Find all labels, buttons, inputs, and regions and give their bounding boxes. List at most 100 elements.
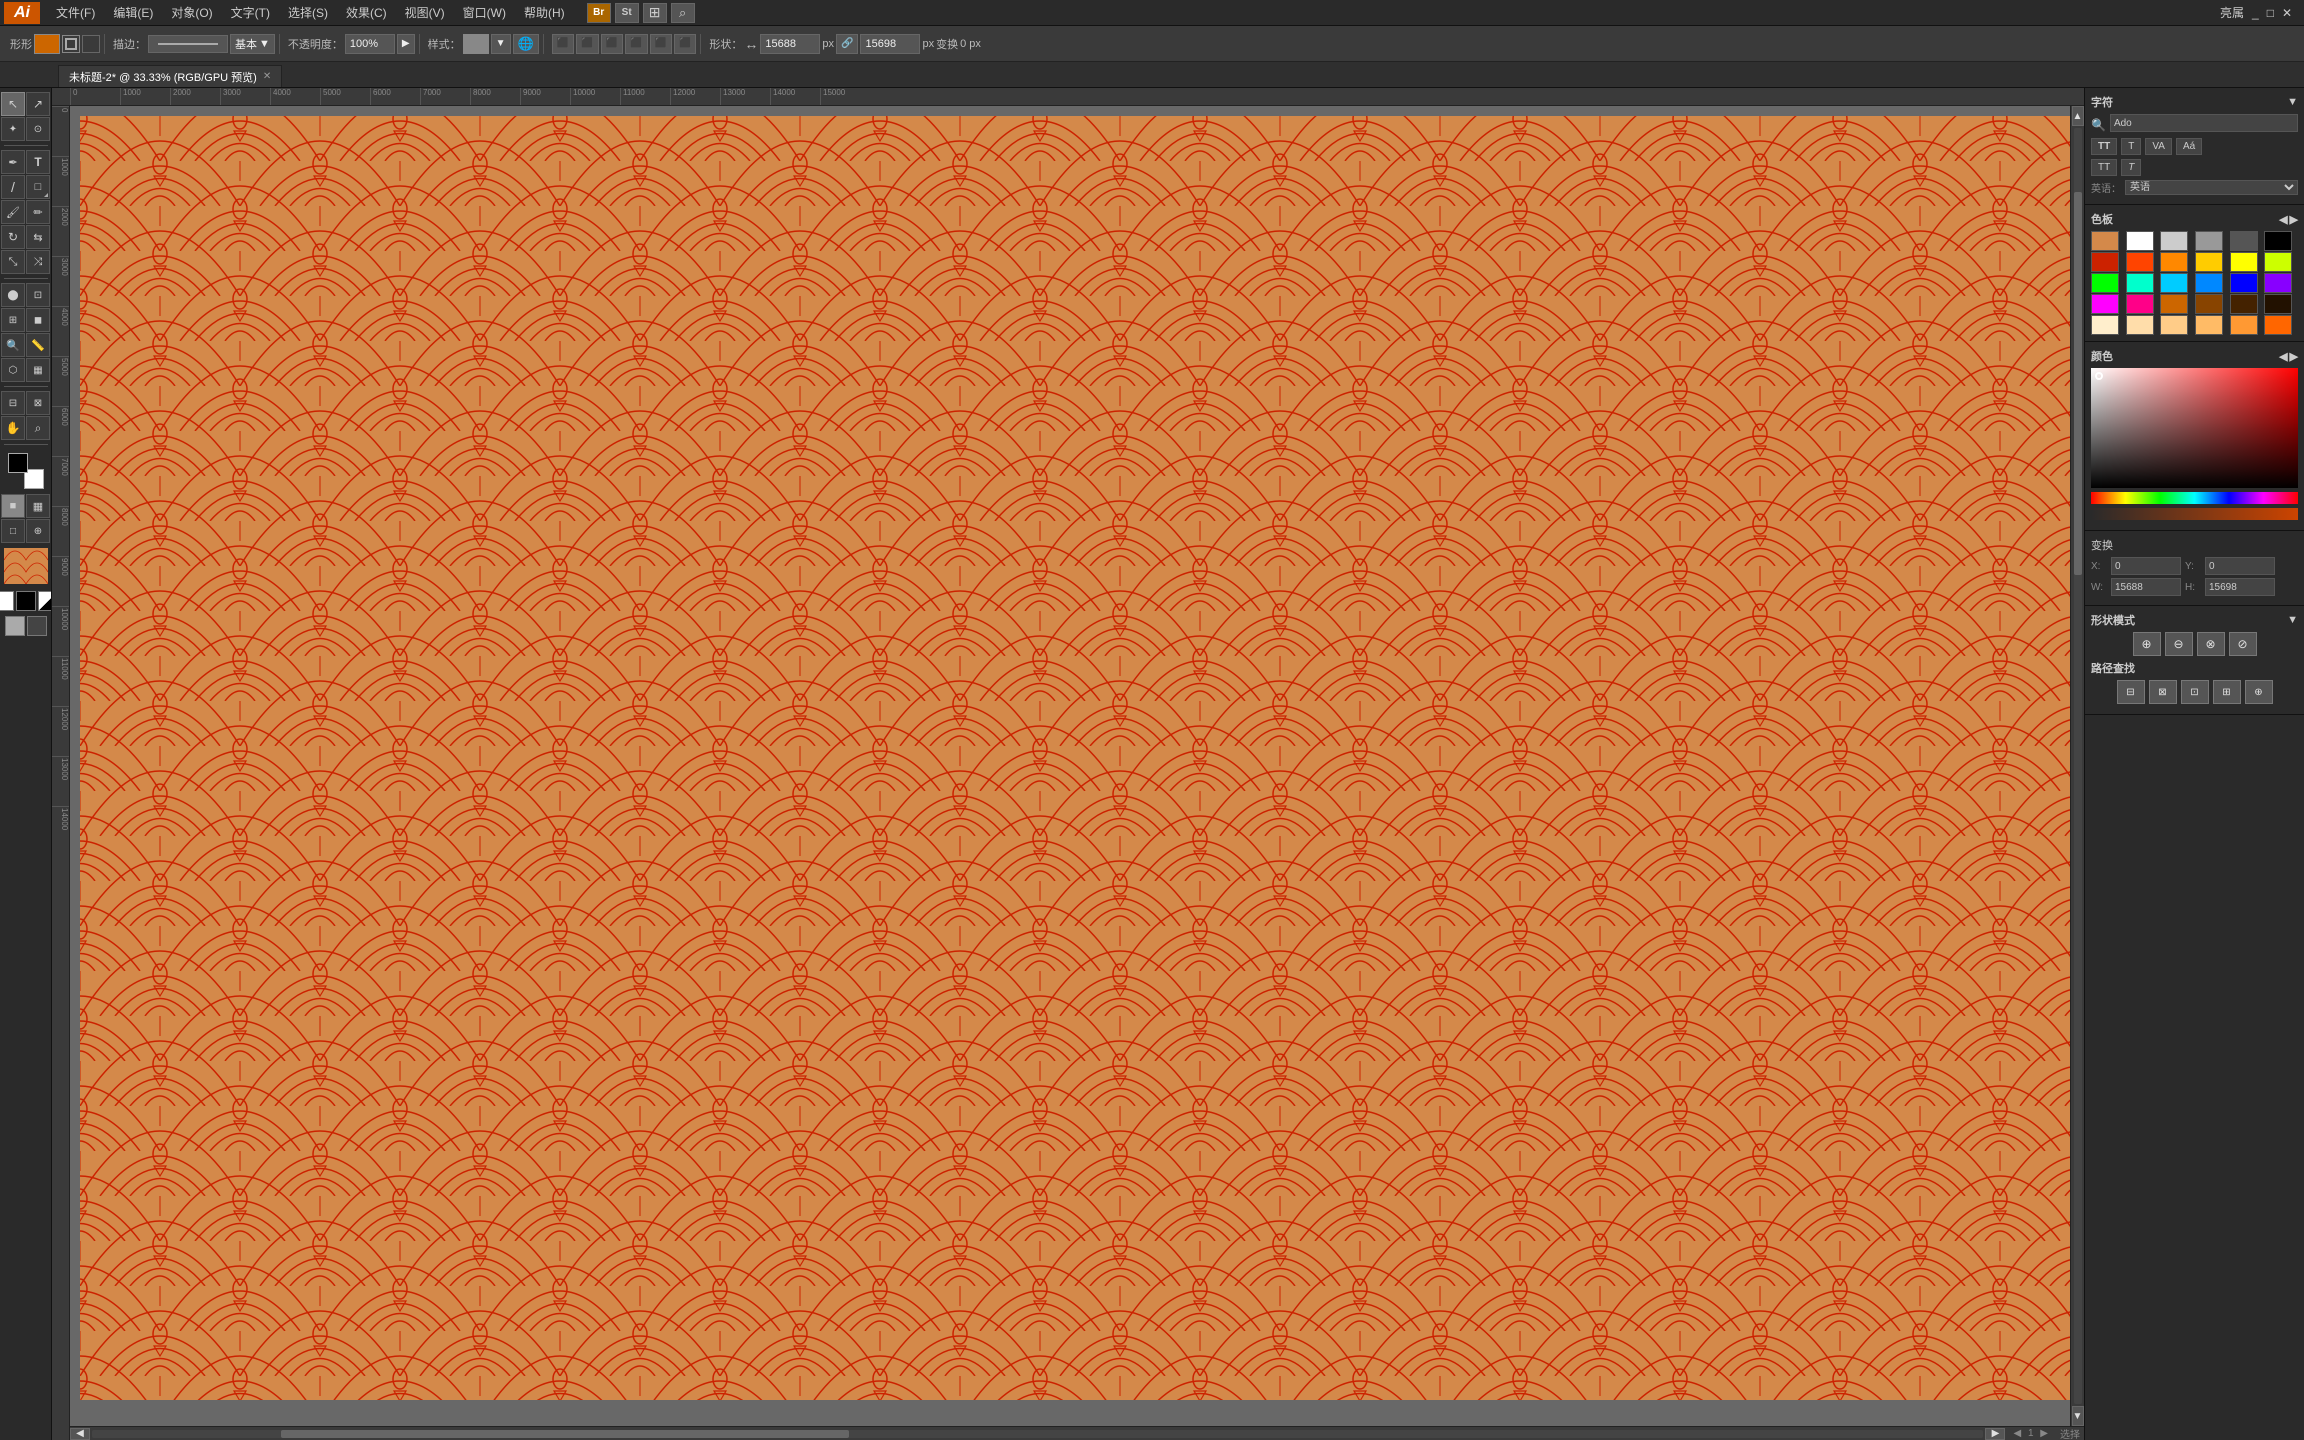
swatch-sky-blue[interactable] xyxy=(2160,273,2188,293)
pen-tool[interactable]: ✒ xyxy=(1,150,25,174)
w-input[interactable] xyxy=(2111,578,2181,596)
menu-help[interactable]: 帮助(H) xyxy=(516,2,573,23)
opacity-input[interactable] xyxy=(345,34,395,54)
transform-title[interactable]: 变换 xyxy=(2091,537,2298,553)
scroll-left-btn[interactable]: ◀ xyxy=(70,1428,90,1440)
font-italic-btn[interactable]: T xyxy=(2121,138,2141,155)
canvas-viewport[interactable]: ◀ ▶ ◀ 1 ▶ 选择 xyxy=(70,106,2084,1440)
shape-tool[interactable]: □ xyxy=(26,175,50,199)
zoom-tool[interactable]: ⌕ xyxy=(26,416,50,440)
close-icon[interactable]: ✕ xyxy=(2282,6,2292,20)
swatch-gray[interactable] xyxy=(2195,231,2223,251)
color-gradient-area[interactable] xyxy=(2091,368,2298,488)
align-vcenter-btn[interactable]: ⬛ xyxy=(650,34,672,54)
fg-color-swatch[interactable] xyxy=(8,453,28,473)
style-dropdown-btn[interactable]: ▼ xyxy=(491,34,511,54)
align-left-btn[interactable]: ⬛ xyxy=(552,34,574,54)
measure-tool[interactable]: 📏 xyxy=(26,333,50,357)
menu-file[interactable]: 文件(F) xyxy=(48,2,103,23)
slice-tool[interactable]: ⊠ xyxy=(26,391,50,415)
style-swatch[interactable] xyxy=(463,34,489,54)
align-right-btn[interactable]: ⬛ xyxy=(601,34,623,54)
swatch-orange[interactable] xyxy=(2160,252,2188,272)
swatch-dark-brown[interactable] xyxy=(2230,294,2258,314)
perspective-tool[interactable]: ⊡ xyxy=(26,283,50,307)
swatch-lightgray[interactable] xyxy=(2160,231,2188,251)
maximize-icon[interactable]: □ xyxy=(2267,6,2274,20)
swatch-orange-red[interactable] xyxy=(2126,252,2154,272)
paintbrush-tool[interactable]: 🖌 xyxy=(1,200,25,224)
swatch-blue[interactable] xyxy=(2195,273,2223,293)
h-scrollbar[interactable]: ◀ ▶ ◀ 1 ▶ 选择 xyxy=(70,1426,2084,1440)
black-fill-btn[interactable] xyxy=(16,591,36,611)
fill-swatch[interactable] xyxy=(34,34,60,54)
menu-text[interactable]: 文字(T) xyxy=(223,2,278,23)
swatch-yellow-green[interactable] xyxy=(2264,252,2292,272)
selection-tool[interactable]: ↖ xyxy=(1,92,25,116)
swatch-collapse-icon[interactable]: ◀ xyxy=(2279,213,2287,226)
blend-tool[interactable]: ⬡ xyxy=(1,358,25,382)
doc-tab-close[interactable]: ✕ xyxy=(263,71,271,82)
opacity-arrow-btn[interactable]: ▶ xyxy=(397,34,415,54)
rotate-tool[interactable]: ↻ xyxy=(1,225,25,249)
global-color-btn[interactable]: 🌐 xyxy=(513,34,539,54)
gray-btn[interactable] xyxy=(5,616,25,636)
workspace-grid-button[interactable]: ⊞ xyxy=(643,3,667,23)
font-bold-btn[interactable]: TT xyxy=(2091,138,2117,155)
swatch-magenta[interactable] xyxy=(2091,294,2119,314)
search-button[interactable]: ⌕ xyxy=(671,3,695,23)
swatch-pure-blue[interactable] xyxy=(2230,273,2258,293)
swatch-white[interactable] xyxy=(2126,231,2154,251)
swatch-pink[interactable] xyxy=(2126,294,2154,314)
appearance-title[interactable]: 形状模式 ▼ xyxy=(2091,612,2298,628)
warp-tool[interactable]: ⤨ xyxy=(26,250,50,274)
pf-xor-btn[interactable]: ⊕ xyxy=(2245,680,2273,704)
gradient-mode-btn[interactable]: ▦ xyxy=(26,494,50,518)
x-input[interactable] xyxy=(2111,557,2181,575)
swatch-brown[interactable] xyxy=(2195,294,2223,314)
type-tool[interactable]: T xyxy=(26,150,50,174)
lang-select[interactable]: 英语 xyxy=(2125,180,2298,195)
color-picker-title[interactable]: 颜色 ◀ ▶ xyxy=(2091,348,2298,364)
artboard-tool[interactable]: ⊟ xyxy=(1,391,25,415)
swatch-burnt-orange[interactable] xyxy=(2160,294,2188,314)
color-mode-btn[interactable]: ■ xyxy=(1,494,25,518)
menu-window[interactable]: 窗口(W) xyxy=(455,2,514,23)
v-scrollbar[interactable]: ▲ ▼ xyxy=(2070,106,2084,1426)
swatch-mango[interactable] xyxy=(2195,315,2223,335)
swatch-light-orange[interactable] xyxy=(2160,315,2188,335)
swatch-expand-icon[interactable]: ▶ xyxy=(2290,213,2298,226)
menu-select[interactable]: 选择(S) xyxy=(280,2,336,23)
swatch-black[interactable] xyxy=(2264,231,2292,251)
stroke-preview[interactable] xyxy=(148,35,228,53)
pathfinder-title[interactable]: 路径查找 xyxy=(2091,660,2298,676)
align-center-btn[interactable]: ⬛ xyxy=(576,34,598,54)
swatch-teal[interactable] xyxy=(2126,273,2154,293)
chart-tool[interactable]: ▦ xyxy=(26,358,50,382)
pencil-tool[interactable]: ✏ xyxy=(26,200,50,224)
h-input[interactable] xyxy=(2205,578,2275,596)
direct-selection-tool[interactable]: ↗ xyxy=(26,92,50,116)
font-name-input[interactable] xyxy=(2110,114,2298,132)
menu-object[interactable]: 对象(O) xyxy=(163,2,220,23)
y-input[interactable] xyxy=(2205,557,2275,575)
white-fill-btn[interactable] xyxy=(0,591,14,611)
line-tool[interactable]: / xyxy=(1,175,25,199)
gradient-fill-btn[interactable] xyxy=(38,591,53,611)
pf-outline-btn[interactable]: ⊞ xyxy=(2213,680,2241,704)
lasso-tool[interactable]: ⊙ xyxy=(26,117,50,141)
swatch-dark-orange[interactable] xyxy=(2264,315,2292,335)
alpha-slider[interactable] xyxy=(2091,508,2298,520)
swatch-green[interactable] xyxy=(2091,273,2119,293)
exclude-btn[interactable]: ⊘ xyxy=(2229,632,2257,656)
stock-button[interactable]: St xyxy=(615,3,639,23)
align-bottom-btn[interactable]: ⬛ xyxy=(674,34,696,54)
stroke-swatch-small[interactable] xyxy=(62,35,80,53)
hand-tool[interactable]: ✋ xyxy=(1,416,25,440)
swatch-panel-title[interactable]: 色板 ◀ ▶ xyxy=(2091,211,2298,227)
none-swatch[interactable] xyxy=(82,35,100,53)
color-picker-collapse[interactable]: ◀ xyxy=(2279,350,2287,363)
height-input[interactable] xyxy=(860,34,920,54)
menu-view[interactable]: 视图(V) xyxy=(397,2,453,23)
font-tracking-btn[interactable]: VA xyxy=(2145,138,2172,155)
